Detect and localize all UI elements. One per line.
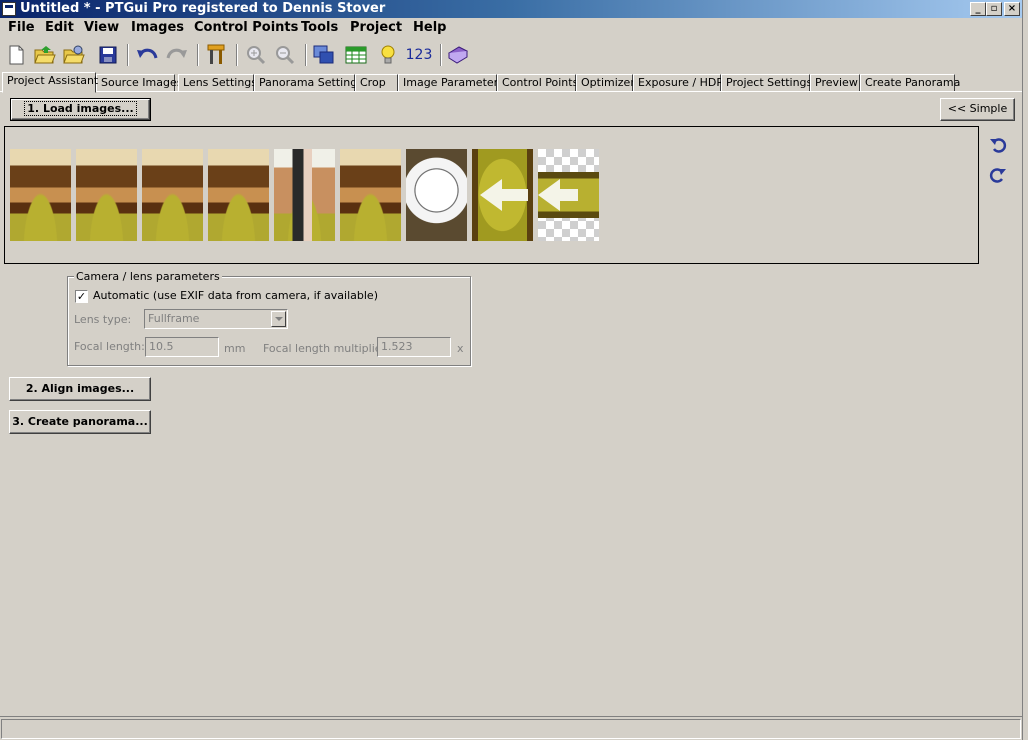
help-book-icon[interactable] (446, 43, 470, 67)
menu-file[interactable]: File (8, 20, 35, 35)
tab-bar: Project Assistant Source Images Lens Set… (0, 72, 1028, 93)
image-strip[interactable] (4, 126, 979, 264)
simple-mode-button[interactable]: << Simple (940, 98, 1015, 121)
focal-length-unit: mm (224, 342, 246, 355)
rotate-right-icon[interactable] (988, 165, 1008, 185)
chevron-down-icon[interactable] (271, 311, 286, 327)
image-thumbnail[interactable] (142, 149, 203, 241)
focal-multiplier-field[interactable]: 1.523 (377, 337, 451, 357)
tab-project-settings[interactable]: Project Settings (721, 74, 812, 92)
focal-length-field[interactable]: 10.5 (145, 337, 219, 357)
tab-exposure-hdr[interactable]: Exposure / HDR (633, 74, 724, 92)
menu-project[interactable]: Project (350, 20, 402, 35)
tab-crop[interactable]: Crop (355, 74, 398, 92)
zoom-in-icon[interactable] (244, 43, 268, 67)
menu-tools[interactable]: Tools (301, 20, 338, 35)
tab-create-panorama[interactable]: Create Panorama (860, 74, 960, 92)
image-thumbnail[interactable] (76, 149, 137, 241)
image-thumbnail[interactable] (472, 149, 533, 241)
rotate-left-icon[interactable] (988, 135, 1008, 155)
app-icon[interactable] (2, 2, 16, 16)
lens-type-select[interactable]: Fullframe (144, 309, 288, 329)
toolbar: 123 (0, 40, 1028, 70)
menu-edit[interactable]: Edit (45, 20, 74, 35)
tab-optimizer[interactable]: Optimizer (576, 74, 635, 92)
image-thumbnail[interactable] (10, 149, 71, 241)
menu-bar: File Edit View Images Control Points Too… (0, 18, 1028, 38)
create-panorama-button[interactable]: 3. Create panorama... (9, 410, 151, 434)
tab-panel-border (0, 91, 1028, 92)
menu-view[interactable]: View (84, 20, 119, 35)
load-images-button[interactable]: 1. Load images... (10, 98, 151, 121)
menu-images[interactable]: Images (131, 20, 184, 35)
window-title: Untitled * - PTGui Pro registered to Den… (20, 1, 386, 16)
window-right-edge (1022, 0, 1028, 744)
tab-panorama-settings[interactable]: Panorama Settings (254, 74, 363, 92)
toolbar-separator (197, 44, 199, 66)
align-images-button[interactable]: 2. Align images... (9, 377, 151, 401)
toolbar-separator (440, 44, 442, 66)
tab-source-images[interactable]: Source Images (96, 74, 182, 92)
toolbar-separator (127, 44, 129, 66)
image-thumbnail[interactable] (538, 149, 599, 241)
focal-multiplier-unit: x (457, 342, 464, 355)
tab-lens-settings[interactable]: Lens Settings (178, 74, 257, 92)
panorama-editor-icon[interactable] (312, 43, 336, 67)
minimize-icon[interactable]: _ (970, 2, 986, 16)
tips-icon[interactable] (376, 43, 400, 67)
open-recent-icon[interactable] (62, 43, 86, 67)
lens-type-value: Fullframe (148, 312, 200, 325)
tools-icon[interactable] (204, 43, 228, 67)
numbers-icon[interactable]: 123 (405, 43, 433, 67)
tab-image-parameters[interactable]: Image Parameters (398, 74, 504, 92)
open-project-icon[interactable] (33, 43, 57, 67)
save-icon[interactable] (96, 43, 120, 67)
lens-type-label: Lens type: (74, 313, 132, 326)
image-thumbnail[interactable] (406, 149, 467, 241)
status-pane (1, 719, 1021, 739)
focal-length-label: Focal length: (74, 340, 145, 353)
close-icon[interactable]: × (1004, 2, 1020, 16)
status-bar (0, 716, 1022, 740)
menu-control-points[interactable]: Control Points (194, 20, 298, 35)
automatic-exif-checkbox[interactable]: ✓ (75, 290, 88, 303)
new-project-icon[interactable] (4, 43, 28, 67)
control-point-table-icon[interactable] (344, 43, 368, 67)
tab-preview[interactable]: Preview (810, 74, 860, 92)
camera-lens-group-label: Camera / lens parameters (74, 270, 222, 283)
title-bar: Untitled * - PTGui Pro registered to Den… (0, 0, 1022, 18)
undo-icon[interactable] (135, 43, 159, 67)
focal-multiplier-label: Focal length multiplier: (263, 342, 390, 355)
restore-icon[interactable]: ▫ (986, 2, 1002, 16)
tab-control-points[interactable]: Control Points (497, 74, 578, 92)
tab-project-assistant[interactable]: Project Assistant (2, 72, 98, 93)
toolbar-separator (305, 44, 307, 66)
image-thumbnail[interactable] (208, 149, 269, 241)
automatic-exif-label: Automatic (use EXIF data from camera, if… (93, 289, 378, 302)
window-bottom-edge (0, 740, 1028, 744)
toolbar-separator (236, 44, 238, 66)
menu-help[interactable]: Help (413, 20, 446, 35)
image-thumbnail[interactable] (340, 149, 401, 241)
image-thumbnail[interactable] (274, 149, 335, 241)
zoom-out-icon[interactable] (273, 43, 297, 67)
redo-icon[interactable] (165, 43, 189, 67)
